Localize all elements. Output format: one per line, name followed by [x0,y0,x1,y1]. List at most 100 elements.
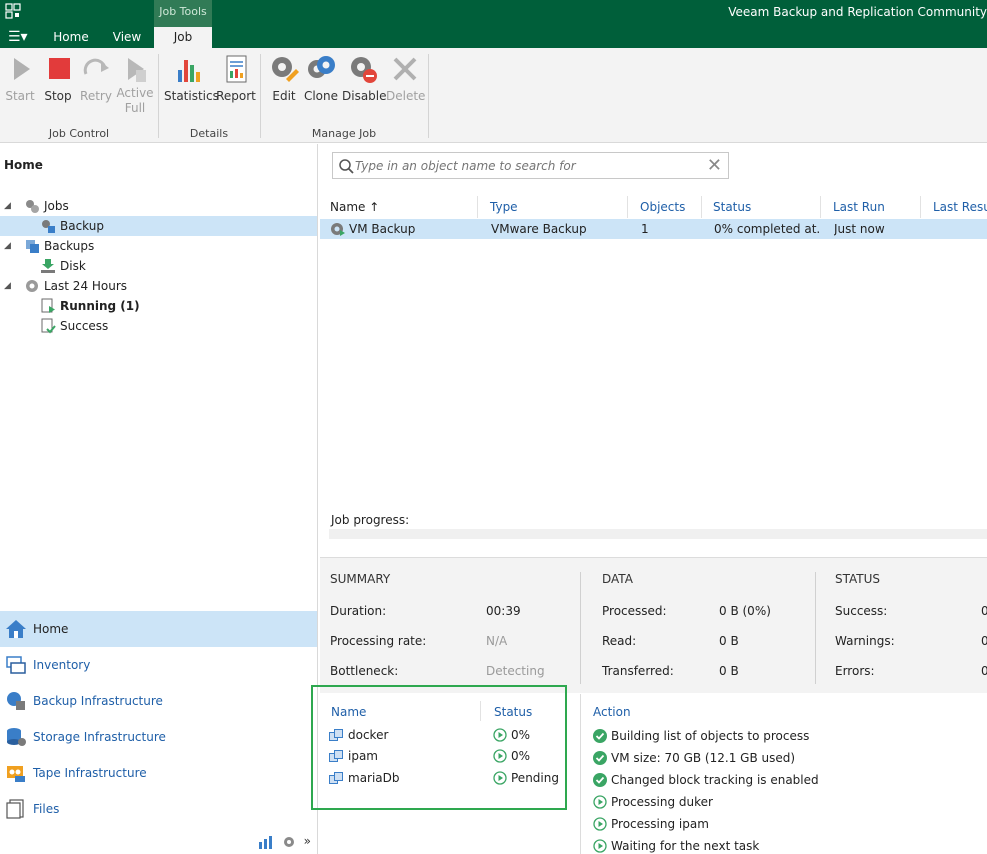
tree-item-jobs[interactable]: ◢ Jobs [0,196,317,216]
job-stats-panel: SUMMARY Duration: 00:39 Processing rate:… [320,557,987,693]
tree-collapse-arrow-icon[interactable]: ◢ [4,276,11,296]
list-item[interactable]: ipam 0% [329,746,564,766]
clear-search-icon[interactable]: ✕ [707,156,722,175]
retry-icon [83,58,109,75]
ribbon-separator [158,54,159,138]
column-header-status[interactable]: Status [703,196,821,218]
column-header-name[interactable]: Name ↑ [320,196,478,218]
tree-item-label: Last 24 Hours [44,279,128,293]
object-status: 0% [511,749,531,763]
vm-icon [329,750,343,762]
tree-item-running[interactable]: Running (1) [0,296,317,316]
nav-storage-infrastructure[interactable]: Storage Infrastructure [0,719,317,755]
disable-button[interactable]: Disable [342,52,387,104]
stat-key: Duration: [330,604,387,618]
action-log-header[interactable]: Action [593,705,631,719]
vm-icon [329,772,343,784]
nav-inventory[interactable]: Inventory [0,647,317,683]
delete-button[interactable]: Delete [386,52,425,104]
stat-value: N/A [486,634,508,648]
column-header-last-result[interactable]: Last Result [923,196,987,218]
tab-home[interactable]: Home [42,27,100,48]
more-nav-button[interactable]: » [304,834,311,848]
nav-storage-infrastructure-label: Storage Infrastructure [33,730,166,744]
job-progress-bar [329,529,987,539]
tree-item-label: Success [60,319,109,333]
main-menu-button[interactable]: ☰▾ [8,29,28,45]
pending-play-icon [493,771,507,785]
vm-icon [329,729,343,741]
stat-value: Detecting [486,664,545,678]
app-logo-icon[interactable] [5,3,21,19]
nav-tape-infrastructure[interactable]: Tape Infrastructure [0,755,317,791]
success-check-icon [593,729,607,743]
nav-home-label: Home [33,622,69,636]
tree-item-label: Jobs [44,199,69,213]
report-button[interactable]: Report [216,52,256,104]
group-label-details: Details [189,127,229,140]
tree-item-last-24-hours[interactable]: ◢ Last 24 Hours [0,276,317,296]
running-play-icon [593,817,607,831]
objects-status-header[interactable]: Status [494,705,532,719]
tree-collapse-arrow-icon[interactable]: ◢ [4,236,11,256]
action-log-text: Changed block tracking is enabled [611,773,819,787]
nav-overflow-bar: » [258,834,311,849]
tab-job[interactable]: Job [154,27,212,48]
retry-button[interactable]: Retry [78,52,114,104]
search-box[interactable]: ✕ [332,152,729,179]
ribbon: Start Stop Retry Active Full Statistics [0,48,987,143]
action-log-separator [580,694,581,854]
tree-item-backup[interactable]: Backup [0,216,317,236]
nav-tape-infrastructure-label: Tape Infrastructure [33,766,147,780]
list-item[interactable]: docker 0% [329,725,564,745]
edit-button[interactable]: Edit [266,52,302,104]
jobs-gear-icon [26,200,39,213]
column-header-type[interactable]: Type [480,196,628,218]
tree-collapse-arrow-icon[interactable]: ◢ [4,196,11,216]
nav-home[interactable]: Home [0,611,317,647]
nav-files-label: Files [33,802,60,816]
status-heading: STATUS [835,572,881,586]
reports-nav-icon[interactable] [258,835,274,849]
nav-backup-infrastructure[interactable]: Backup Infrastructure [0,683,317,719]
table-row[interactable]: VM Backup VMware Backup 1 0% completed a… [320,219,987,239]
start-button[interactable]: Start [4,52,36,104]
action-log-text: Processing ipam [611,817,709,831]
tree-item-disk[interactable]: Disk [0,256,317,276]
stat-value: 0 [981,634,987,648]
files-icon [6,799,24,819]
job-name-cell: VM Backup [349,222,416,236]
left-pane-title: Home [4,158,43,172]
summary-heading: SUMMARY [330,572,391,586]
objects-name-header[interactable]: Name [331,705,366,719]
backup-job-icon [42,220,55,233]
active-full-button[interactable]: Active Full [116,52,154,116]
stop-button[interactable]: Stop [42,52,74,104]
column-header-objects[interactable]: Objects [630,196,702,218]
tab-view[interactable]: View [100,27,154,48]
start-button-label: Start [5,89,35,103]
statistics-button[interactable]: Statistics [164,52,219,104]
stat-value: 0 B [719,664,739,678]
stat-key: Warnings: [835,634,895,648]
object-status: Pending [511,771,559,785]
job-objects-cell: 1 [641,222,649,236]
edit-gear-icon [272,57,299,82]
running-job-gear-icon [331,223,345,236]
tree-item-backups[interactable]: ◢ Backups [0,236,317,256]
nav-files[interactable]: Files [0,791,317,827]
jobs-nav-icon[interactable] [282,835,298,849]
list-item[interactable]: mariaDb Pending [329,768,564,788]
clone-button[interactable]: Clone [303,52,339,104]
inventory-icon [6,656,26,674]
search-input[interactable] [355,156,695,175]
column-header-last-run[interactable]: Last Run [823,196,921,218]
objects-header-separator [480,701,481,721]
job-type-cell: VMware Backup [491,222,587,236]
navigation-pane: Home ◢ Jobs Backup ◢ Backups Disk ◢ Last… [0,144,318,854]
job-progress-label: Job progress: [331,513,410,527]
report-button-label: Report [216,89,256,103]
tree-item-success[interactable]: Success [0,316,317,336]
app-title: Veeam Backup and Replication Community [728,5,987,19]
disable-button-label: Disable [342,89,387,103]
